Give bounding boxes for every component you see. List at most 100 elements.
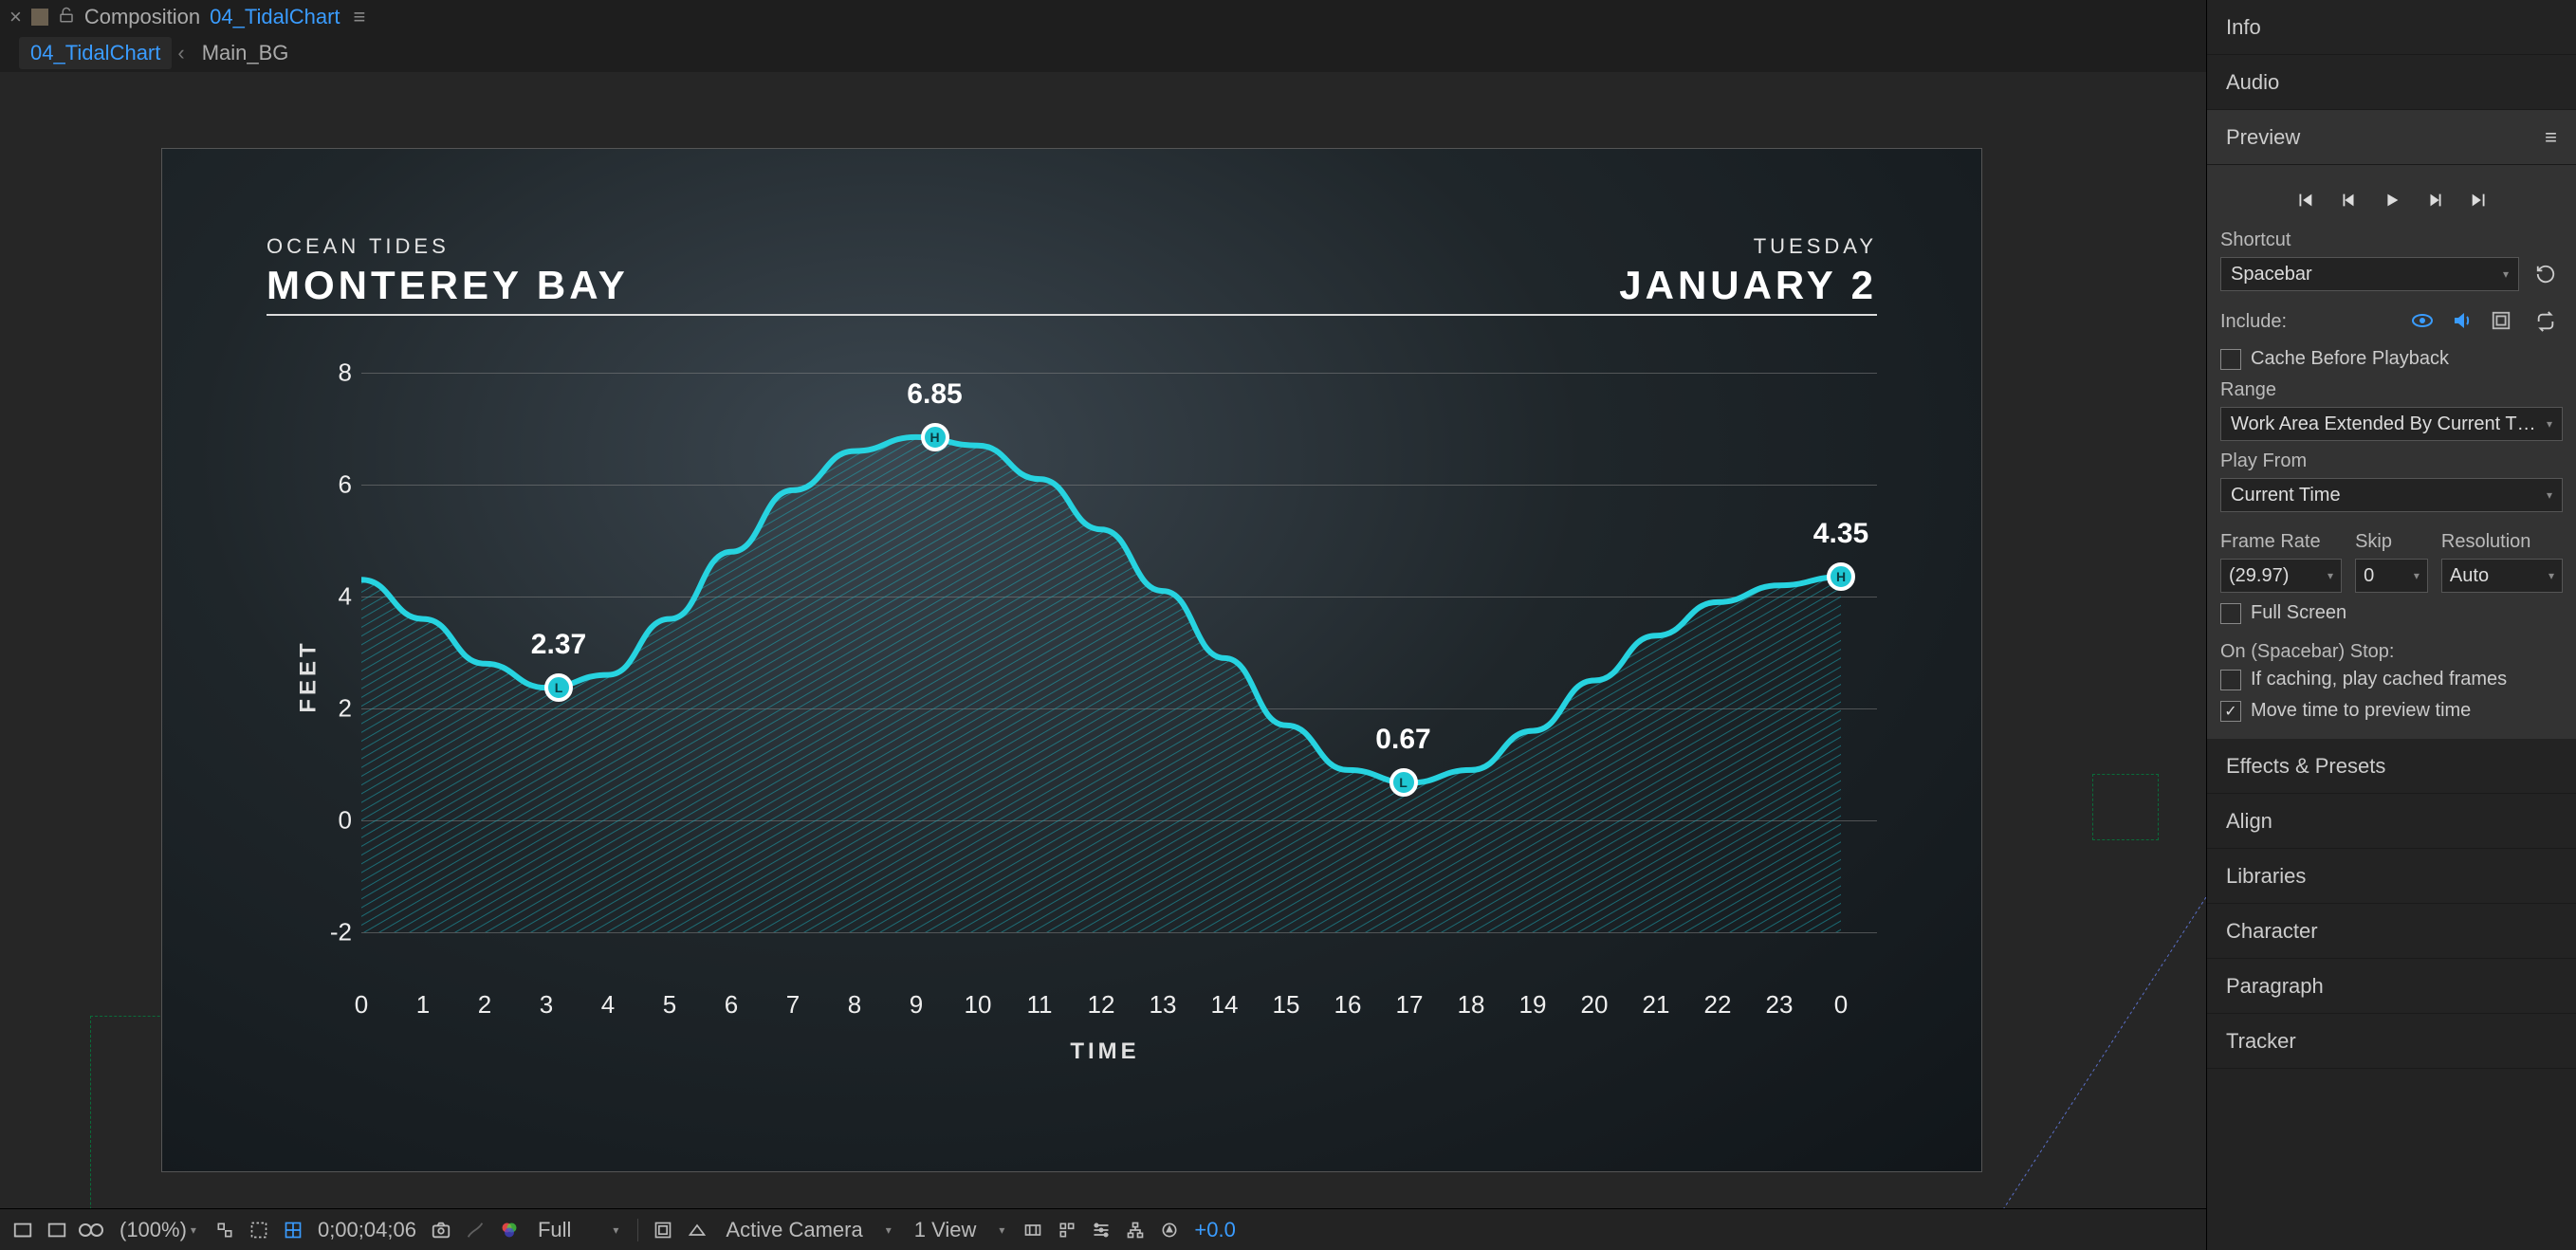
tide-marker-label: 4.35 xyxy=(1813,518,1868,550)
chart-xlabel: TIME xyxy=(1070,1039,1139,1065)
playfrom-label: Play From xyxy=(2220,450,2563,472)
chart-xtick: 19 xyxy=(1519,990,1547,1020)
chart-xtick: 0 xyxy=(1834,990,1848,1020)
panel-menu-icon[interactable]: ≡ xyxy=(2545,125,2557,150)
tab-label-prefix: Composition xyxy=(84,5,200,29)
transparency-grid-icon[interactable] xyxy=(44,1217,70,1243)
chart-eyebrow-left: OCEAN TIDES xyxy=(267,234,629,259)
panel-audio[interactable]: Audio xyxy=(2207,55,2576,110)
flowchart-icon[interactable] xyxy=(1122,1217,1149,1243)
play-button[interactable] xyxy=(2382,190,2402,211)
chart-xtick: 23 xyxy=(1766,990,1794,1020)
chart-gridline xyxy=(361,932,1877,933)
chart-xtick: 18 xyxy=(1458,990,1485,1020)
draft3d-icon[interactable] xyxy=(650,1217,676,1243)
include-audio-icon[interactable] xyxy=(2451,309,2474,335)
shortcut-select[interactable]: Spacebar▾ xyxy=(2220,257,2519,291)
fullscreen-label: Full Screen xyxy=(2251,602,2346,624)
tide-marker-l: L xyxy=(544,673,573,702)
panel-character[interactable]: Character xyxy=(2207,904,2576,959)
skip-select[interactable]: 0▾ xyxy=(2355,559,2428,593)
onstop-move-label: Move time to preview time xyxy=(2251,700,2471,722)
chart-xtick: 2 xyxy=(478,990,491,1020)
onstop-cache-checkbox[interactable] xyxy=(2220,670,2241,690)
close-tab-icon[interactable]: × xyxy=(9,5,22,29)
chart-xtick: 12 xyxy=(1088,990,1115,1020)
cache-before-label: Cache Before Playback xyxy=(2251,348,2449,370)
composition-viewer[interactable]: OCEAN TIDES MONTEREY BAY TUESDAY JANUARY… xyxy=(0,72,2206,1208)
panel-tracker[interactable]: Tracker xyxy=(2207,1014,2576,1069)
show-snapshot-icon[interactable] xyxy=(462,1217,488,1243)
shortcut-label: Shortcut xyxy=(2220,230,2563,251)
next-frame-button[interactable] xyxy=(2425,190,2446,211)
timecode-display[interactable]: 0;00;04;06 xyxy=(314,1218,420,1242)
onstop-label: On (Spacebar) Stop: xyxy=(2220,641,2563,663)
fast-preview-icon[interactable] xyxy=(1054,1217,1080,1243)
include-overlays-icon[interactable] xyxy=(2491,310,2512,334)
tide-marker-label: 2.37 xyxy=(531,629,586,661)
flowchart-item-0[interactable]: 04_TidalChart xyxy=(19,37,172,69)
playfrom-select[interactable]: Current Time▾ xyxy=(2220,478,2563,512)
pixel-aspect-icon[interactable] xyxy=(1020,1217,1046,1243)
exposure-reset-icon[interactable] xyxy=(1156,1217,1183,1243)
framerate-select[interactable]: (29.97)▾ xyxy=(2220,559,2342,593)
guide-line xyxy=(90,1016,91,1208)
fullscreen-checkbox[interactable] xyxy=(2220,603,2241,624)
tide-marker-h: H xyxy=(1827,562,1855,591)
chart-ytick: 2 xyxy=(323,694,352,724)
timeline-icon[interactable] xyxy=(1088,1217,1114,1243)
resolution-dropdown[interactable]: Full▾ xyxy=(530,1216,626,1244)
color-channel-icon[interactable] xyxy=(496,1217,523,1243)
camera-dropdown[interactable]: Active Camera▾ xyxy=(718,1216,898,1244)
chart-xtick: 1 xyxy=(416,990,430,1020)
chart-xtick: 20 xyxy=(1581,990,1609,1020)
last-frame-button[interactable] xyxy=(2469,190,2490,211)
res-select[interactable]: Auto▾ xyxy=(2441,559,2563,593)
panel-libraries[interactable]: Libraries xyxy=(2207,849,2576,904)
comp-color-swatch[interactable] xyxy=(31,9,48,26)
exposure-value[interactable]: +0.0 xyxy=(1190,1218,1239,1242)
composition-tab-bar: × Composition 04_TidalChart ≡ xyxy=(0,0,2206,34)
chart-ylabel: FEET xyxy=(296,639,322,712)
chart-ytick: 0 xyxy=(323,806,352,836)
3d-ground-icon[interactable] xyxy=(684,1217,710,1243)
right-panel-stack: Info Audio Preview ≡ Shortcut Spacebar▾ … xyxy=(2206,0,2576,1250)
res-label: Resolution xyxy=(2441,531,2563,553)
snapshot-icon[interactable] xyxy=(428,1217,454,1243)
tidal-chart: OCEAN TIDES MONTEREY BAY TUESDAY JANUARY… xyxy=(267,234,1877,980)
tab-menu-icon[interactable]: ≡ xyxy=(354,5,366,29)
reset-shortcut-button[interactable] xyxy=(2529,257,2563,291)
3d-view-icon[interactable] xyxy=(78,1217,104,1243)
chart-xtick: 11 xyxy=(1027,990,1053,1020)
flowchart-item-1[interactable]: Main_BG xyxy=(191,37,301,69)
zoom-dropdown[interactable]: (100%)▾ xyxy=(112,1216,204,1244)
panel-info[interactable]: Info xyxy=(2207,0,2576,55)
chart-xtick: 4 xyxy=(601,990,615,1020)
lock-icon[interactable] xyxy=(58,5,75,29)
panel-align[interactable]: Align xyxy=(2207,794,2576,849)
views-dropdown[interactable]: 1 View▾ xyxy=(907,1216,1013,1244)
chart-eyebrow-right: TUESDAY xyxy=(1619,234,1877,259)
tide-marker-h: H xyxy=(921,423,949,451)
range-select[interactable]: Work Area Extended By Current T…▾ xyxy=(2220,407,2563,441)
grid-guides-icon[interactable] xyxy=(280,1217,306,1243)
viewer-toolbar: (100%)▾ 0;00;04;06 Full▾ Active Camera▾ … xyxy=(0,1208,2206,1250)
loop-options-button[interactable] xyxy=(2529,304,2563,339)
chevron-left-icon: ‹ xyxy=(177,41,184,65)
include-video-icon[interactable] xyxy=(2411,309,2434,335)
prev-frame-button[interactable] xyxy=(2338,190,2359,211)
cache-before-checkbox[interactable] xyxy=(2220,349,2241,370)
always-preview-icon[interactable] xyxy=(9,1217,36,1243)
panel-paragraph[interactable]: Paragraph xyxy=(2207,959,2576,1014)
chart-xtick: 0 xyxy=(355,990,368,1020)
flowchart-bar: 04_TidalChart ‹ Main_BG xyxy=(0,34,2206,72)
tab-comp-name[interactable]: 04_TidalChart xyxy=(210,5,340,29)
chart-xtick: 15 xyxy=(1273,990,1300,1020)
resolution-icon[interactable] xyxy=(212,1217,238,1243)
onstop-move-checkbox[interactable] xyxy=(2220,701,2241,722)
chart-xtick: 16 xyxy=(1334,990,1362,1020)
panel-effects[interactable]: Effects & Presets xyxy=(2207,739,2576,794)
first-frame-button[interactable] xyxy=(2294,190,2315,211)
roi-icon[interactable] xyxy=(246,1217,272,1243)
panel-preview[interactable]: Preview ≡ xyxy=(2207,110,2576,165)
